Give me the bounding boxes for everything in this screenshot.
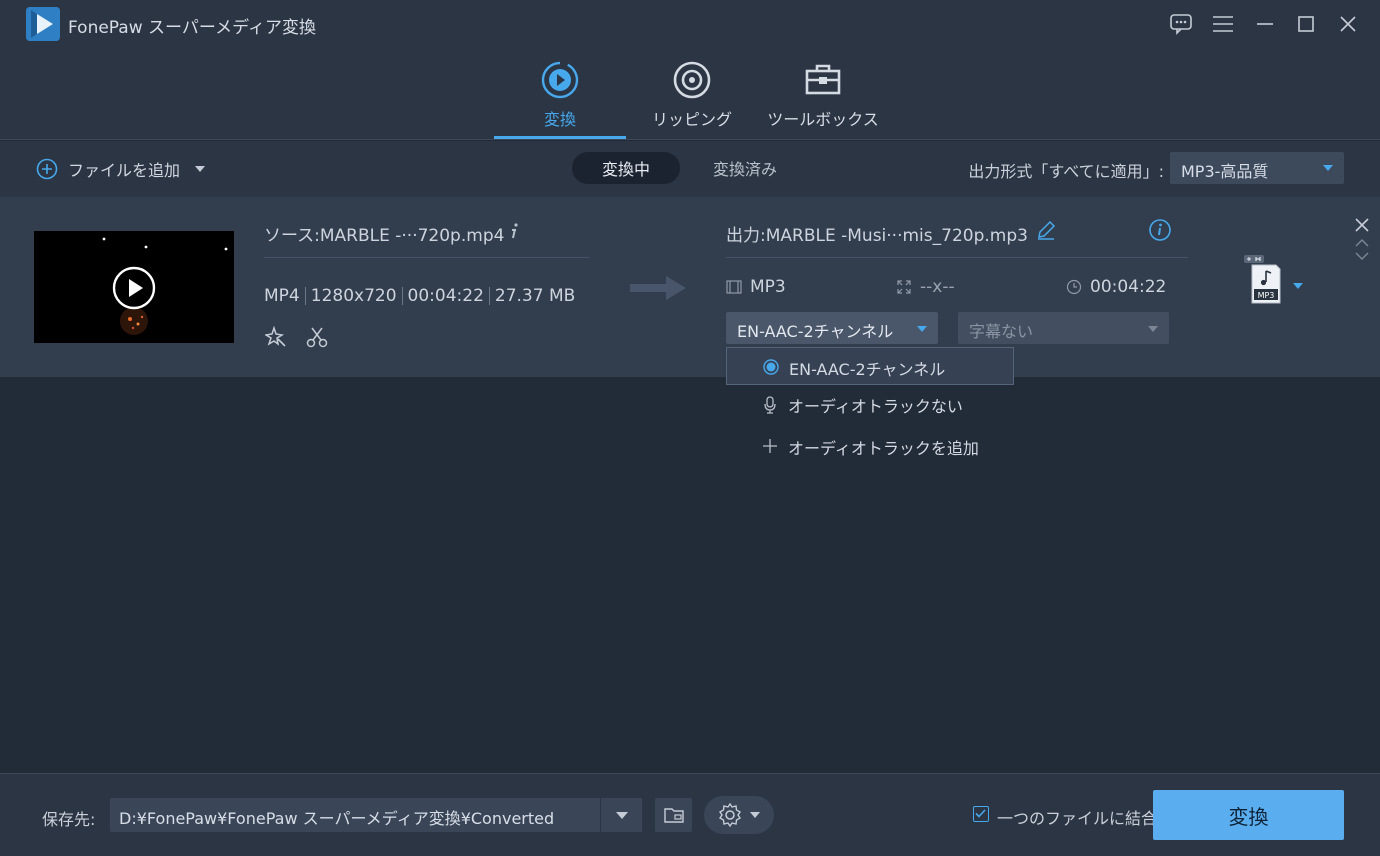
tab-converted[interactable]: 変換済み bbox=[690, 152, 800, 184]
format-badge-text: MP3 bbox=[1257, 291, 1275, 300]
chevron-down-icon[interactable] bbox=[1292, 282, 1304, 290]
divider bbox=[264, 257, 590, 258]
plus-icon bbox=[762, 438, 778, 454]
tab-toolbox-label: ツールボックス bbox=[767, 110, 879, 129]
radio-selected-icon bbox=[763, 359, 779, 375]
folder-icon bbox=[663, 808, 684, 823]
tab-convert[interactable]: 変換 bbox=[494, 48, 626, 140]
pencil-icon[interactable] bbox=[1036, 220, 1056, 240]
chevron-down-icon bbox=[1322, 164, 1334, 172]
convert-button[interactable]: 変換 bbox=[1153, 790, 1344, 840]
source-resolution: 1280x720 bbox=[310, 286, 397, 306]
remove-file-icon[interactable] bbox=[1354, 217, 1370, 233]
output-duration-text: 00:04:22 bbox=[1090, 277, 1167, 297]
convert-icon bbox=[540, 60, 580, 100]
source-duration: 00:04:22 bbox=[407, 286, 484, 306]
microphone-icon bbox=[762, 396, 778, 414]
active-tab-indicator bbox=[494, 136, 626, 139]
menu-icon[interactable] bbox=[1208, 9, 1238, 39]
subtitle-value: 字幕ない bbox=[969, 322, 1034, 341]
app-title: FonePaw スーパーメディア変換 bbox=[68, 18, 316, 38]
clock-icon bbox=[1066, 279, 1082, 295]
menu-item-label: オーディオトラックを追加 bbox=[788, 439, 979, 458]
bottom-bar: 保存先: D:¥FonePaw¥FonePaw スーパーメディア変換¥Conve… bbox=[0, 773, 1380, 856]
settings-button[interactable] bbox=[704, 796, 774, 834]
scissors-icon[interactable] bbox=[306, 326, 328, 348]
menu-item-add-audio[interactable]: オーディオトラックを追加 bbox=[726, 427, 1014, 465]
output-resolution-text: --x-- bbox=[920, 277, 955, 297]
tab-ripping[interactable]: リッピング bbox=[626, 48, 758, 140]
source-format: MP4 bbox=[264, 286, 300, 306]
chevron-down-icon bbox=[615, 811, 628, 819]
chevron-down-icon bbox=[916, 325, 928, 333]
main-tab-bar: 変換 リッピング ツールボックス bbox=[0, 48, 1380, 140]
tab-toolbox[interactable]: ツールボックス bbox=[757, 48, 889, 140]
separator bbox=[304, 287, 306, 305]
output-format: MP3 bbox=[726, 277, 786, 297]
check-icon bbox=[975, 809, 986, 818]
merge-label: 一つのファイルに結合 bbox=[997, 809, 1158, 828]
menu-item-no-audio[interactable]: オーディオトラックない bbox=[726, 385, 1014, 423]
title-bar: FonePaw スーパーメディア変換 bbox=[0, 0, 1380, 48]
menu-item-label: オーディオトラックない bbox=[788, 397, 963, 416]
separator bbox=[488, 287, 490, 305]
add-circle-icon bbox=[36, 158, 58, 180]
output-format-select[interactable]: MP3-高品質 bbox=[1170, 152, 1344, 184]
chevron-up-icon[interactable] bbox=[1355, 238, 1369, 247]
output-format-text: MP3 bbox=[750, 277, 786, 297]
tab-convert-label: 変換 bbox=[543, 110, 576, 129]
arrow-right-icon bbox=[628, 273, 688, 303]
gear-icon bbox=[719, 802, 741, 828]
source-meta: MP4 1280x720 00:04:22 27.37 MB bbox=[264, 286, 575, 306]
output-format-value: MP3-高品質 bbox=[1181, 162, 1269, 181]
separator bbox=[401, 287, 403, 305]
chevron-down-icon[interactable] bbox=[1355, 252, 1369, 261]
feedback-icon[interactable] bbox=[1166, 9, 1196, 39]
menu-item-label: EN-AAC-2チャンネル bbox=[789, 360, 946, 379]
close-icon[interactable] bbox=[1333, 9, 1363, 39]
merge-checkbox[interactable] bbox=[973, 806, 989, 822]
menu-item-audio-track[interactable]: EN-AAC-2チャンネル bbox=[726, 347, 1014, 385]
save-path-value: D:¥FonePaw¥FonePaw スーパーメディア変換¥Converted bbox=[119, 809, 555, 828]
divider bbox=[726, 257, 1188, 258]
subtitle-select[interactable]: 字幕ない bbox=[958, 312, 1169, 344]
play-icon[interactable] bbox=[112, 266, 156, 310]
tab-ripping-label: リッピング bbox=[651, 110, 732, 129]
audio-track-value: EN-AAC-2チャンネル bbox=[737, 322, 894, 341]
video-thumbnail[interactable] bbox=[34, 231, 234, 343]
expand-icon bbox=[897, 280, 911, 294]
chevron-down-icon bbox=[750, 812, 760, 818]
output-format-label: 出力形式「すべてに適用」: bbox=[968, 162, 1164, 181]
toolbar: ファイルを追加 変換中 変換済み 出力形式「すべてに適用」: MP3-高品質 bbox=[0, 141, 1380, 197]
audio-track-menu: EN-AAC-2チャンネル オーディオトラックない オーディオトラックを追加 bbox=[726, 347, 1014, 473]
tab-converting[interactable]: 変換中 bbox=[572, 152, 680, 184]
info-icon[interactable] bbox=[508, 221, 522, 241]
chevron-down-icon bbox=[1147, 325, 1159, 333]
film-icon bbox=[726, 280, 742, 294]
save-path-dropdown[interactable] bbox=[600, 798, 642, 832]
output-resolution: --x-- bbox=[896, 277, 955, 297]
chevron-down-icon[interactable] bbox=[194, 165, 206, 173]
add-file-button[interactable]: ファイルを追加 bbox=[36, 157, 206, 181]
file-row: ソース:MARBLE -···720p.mp4 MP4 1280x720 00:… bbox=[0, 197, 1380, 377]
source-file-name: ソース:MARBLE -···720p.mp4 bbox=[264, 226, 505, 246]
save-location-label: 保存先: bbox=[42, 810, 96, 829]
enhance-icon[interactable] bbox=[265, 326, 287, 348]
audio-track-select[interactable]: EN-AAC-2チャンネル bbox=[726, 312, 938, 344]
output-duration: 00:04:22 bbox=[1066, 277, 1166, 297]
disc-icon bbox=[672, 60, 712, 100]
minimize-icon[interactable] bbox=[1250, 9, 1280, 39]
save-path-field[interactable]: D:¥FonePaw¥FonePaw スーパーメディア変換¥Converted bbox=[110, 798, 600, 832]
info-circle-icon[interactable] bbox=[1148, 218, 1172, 242]
open-folder-button[interactable] bbox=[655, 798, 692, 832]
output-file-name: 出力:MARBLE -Musi···mis_720p.mp3 bbox=[726, 226, 1028, 246]
app-logo-icon bbox=[26, 7, 60, 41]
source-size: 27.37 MB bbox=[494, 286, 576, 306]
add-file-label: ファイルを追加 bbox=[68, 161, 181, 180]
toolbox-icon bbox=[803, 60, 843, 100]
maximize-icon[interactable] bbox=[1291, 9, 1321, 39]
